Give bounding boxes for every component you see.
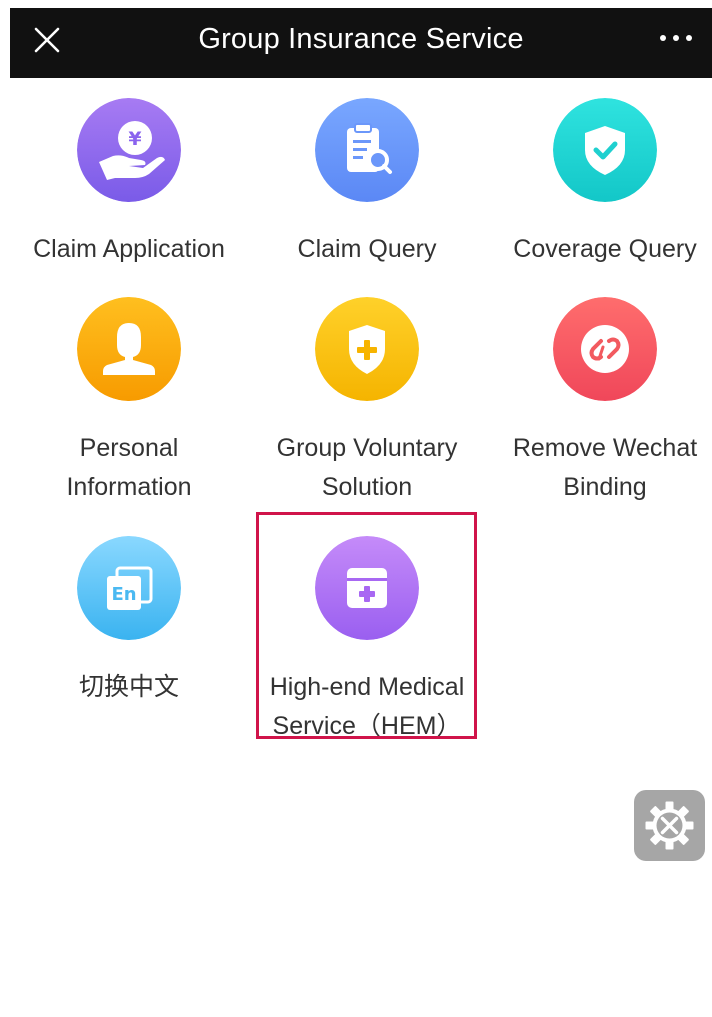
menu-item-switch-chinese[interactable]: En 切换中文: [10, 536, 248, 707]
shield-plus-icon: [315, 297, 419, 401]
menu-label: Claim Query: [297, 235, 437, 263]
header-bar: Group Insurance Service: [10, 8, 712, 78]
menu-label: Personal Information: [66, 434, 192, 501]
svg-text:En: En: [111, 584, 136, 605]
menu-label: 切换中文: [78, 673, 179, 701]
menu-label: Coverage Query: [513, 235, 697, 263]
menu-label: Claim Application: [33, 235, 225, 263]
menu-item-group-voluntary-solution[interactable]: Group Voluntary Solution: [248, 297, 486, 507]
menu-item-remove-wechat-binding[interactable]: Remove Wechat Binding: [486, 297, 712, 507]
person-icon: [77, 297, 181, 401]
shield-check-icon: [553, 98, 657, 202]
menu-item-coverage-query[interactable]: Coverage Query: [486, 98, 712, 269]
language-en-icon: En: [77, 536, 181, 640]
menu-item-claim-application[interactable]: ¥ Claim Application: [10, 98, 248, 269]
app-frame: Group Insurance Service ¥ Claim Applicat…: [10, 8, 712, 963]
tools-button[interactable]: [634, 790, 705, 861]
page-title: Group Insurance Service: [198, 23, 524, 55]
svg-text:¥: ¥: [128, 128, 141, 150]
unlink-icon: [553, 297, 657, 401]
menu-item-claim-query[interactable]: Claim Query: [248, 98, 486, 269]
highlight-box: [256, 512, 477, 739]
tools-gear-icon: [645, 801, 694, 850]
menu-label: Remove Wechat Binding: [512, 434, 698, 501]
clipboard-search-icon: [315, 98, 419, 202]
yen-hand-icon: ¥: [77, 98, 181, 202]
menu-item-personal-information[interactable]: Personal Information: [10, 297, 248, 507]
menu-label: Group Voluntary Solution: [276, 434, 458, 501]
more-icon[interactable]: [658, 28, 694, 52]
